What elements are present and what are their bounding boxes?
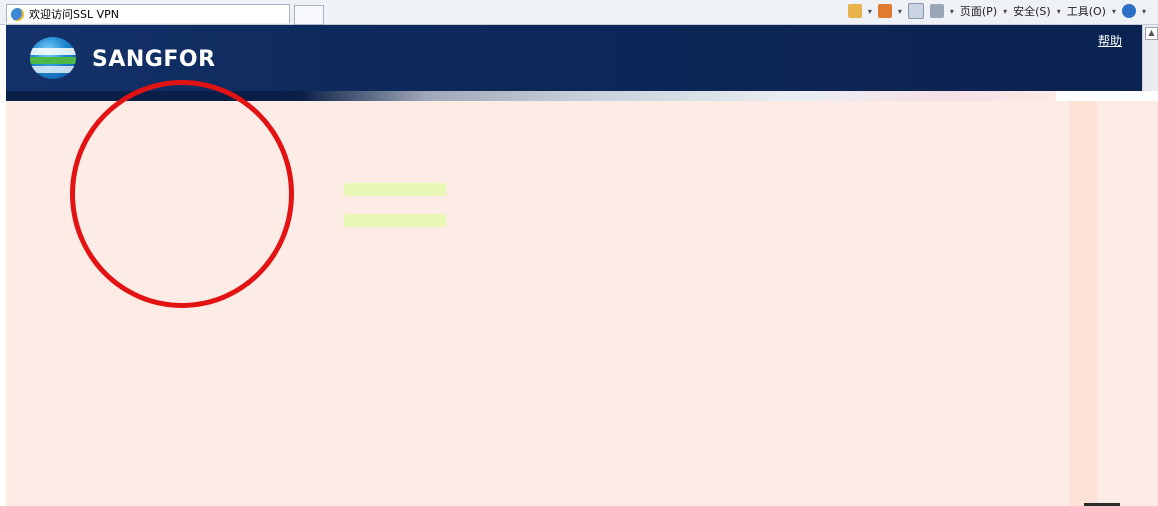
help-link[interactable]: 帮助 (1098, 32, 1122, 49)
home-icon[interactable] (847, 4, 862, 18)
chevron-down-icon[interactable]: ▾ (898, 7, 902, 16)
chevron-down-icon[interactable]: ▾ (1057, 7, 1061, 16)
chevron-down-icon[interactable]: ▾ (1142, 7, 1146, 16)
new-tab-button[interactable] (294, 5, 324, 25)
feeds-icon[interactable] (877, 4, 892, 18)
sangfor-logo-icon (30, 37, 76, 79)
brand-name: SANGFOR (92, 47, 216, 72)
print-icon[interactable] (929, 4, 944, 18)
browser-tab[interactable]: 欢迎访问SSL VPN (6, 4, 290, 23)
safety-menu[interactable]: 安全(S) (1013, 3, 1051, 19)
help-icon[interactable] (1121, 4, 1136, 18)
ie-logo-icon (11, 7, 24, 21)
chevron-down-icon[interactable]: ▾ (950, 7, 954, 16)
annotation-circle (70, 80, 294, 308)
tools-menu[interactable]: 工具(O) (1067, 3, 1106, 19)
right-column (1069, 101, 1097, 506)
tab-title: 欢迎访问SSL VPN (29, 8, 119, 21)
chevron-down-icon[interactable]: ▾ (1112, 7, 1116, 16)
faded-button[interactable] (344, 183, 446, 196)
chevron-down-icon[interactable]: ▾ (1003, 7, 1007, 16)
page-menu[interactable]: 页面(P) (960, 3, 997, 19)
scrollbar[interactable]: ▲ (1142, 25, 1158, 91)
scroll-up-icon[interactable]: ▲ (1145, 27, 1158, 40)
faded-button[interactable] (344, 214, 446, 227)
command-bar: ▾ ▾ ▾ 页面(P) ▾ 安全(S) ▾ 工具(O) ▾ ▾ (847, 3, 1146, 19)
mail-icon[interactable] (907, 3, 924, 19)
browser-toolbar: 欢迎访问SSL VPN ▾ ▾ ▾ 页面(P) ▾ 安全(S) ▾ 工具(O) ▾ ▾ (0, 0, 1158, 25)
chevron-down-icon[interactable]: ▾ (868, 7, 872, 16)
